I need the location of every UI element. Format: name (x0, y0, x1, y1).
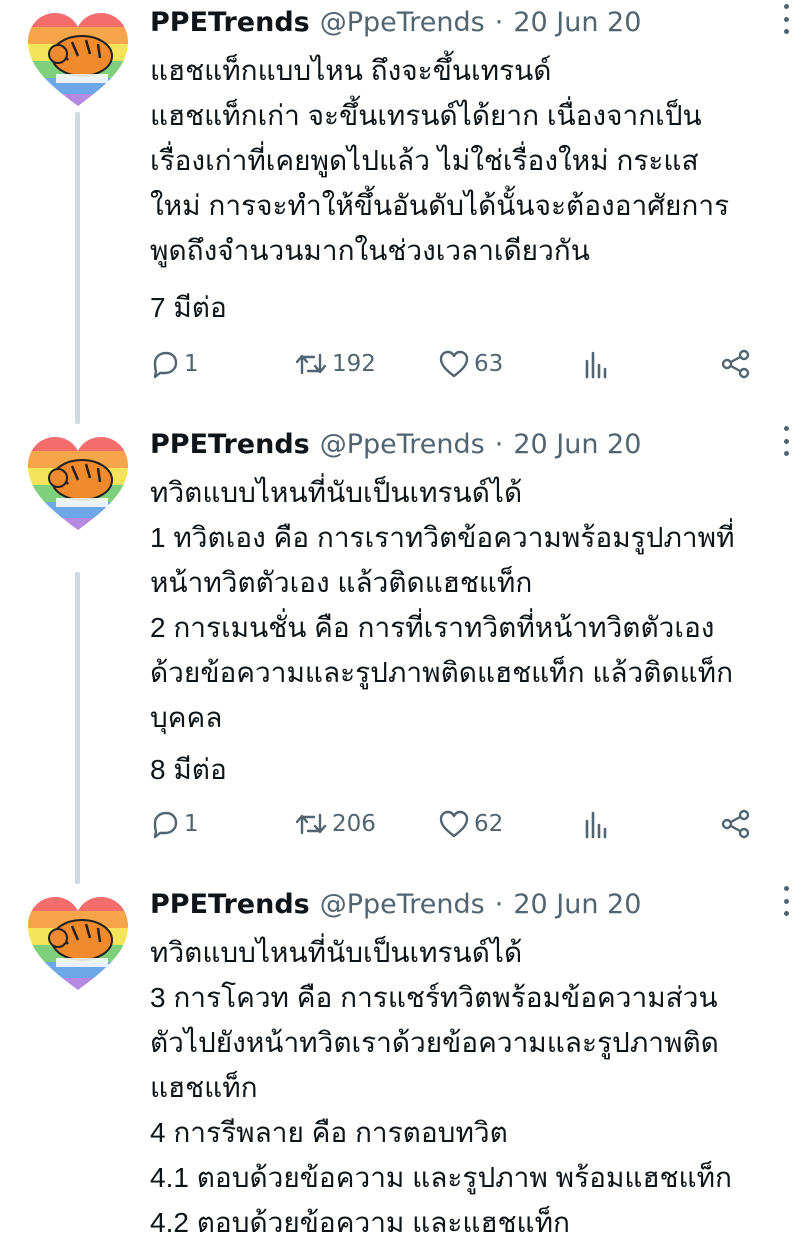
handle[interactable]: @PpeTrends (320, 7, 485, 38)
tweet-header: PPETrends @PpeTrends · 20 Jun 20 (150, 4, 783, 40)
like-count: 62 (474, 811, 504, 837)
tweet-text-line: 1 ทวิตเอง คือ การเราทวิตข้อความพร้อมรูปภ… (150, 522, 735, 553)
retweet-count: 192 (332, 351, 376, 377)
tweet-text-line: บุคคล (150, 702, 223, 733)
tweet-text-line: 4.1 ตอบด้วยข้อความ และรูปภาพ พร้อมแฮชแท็… (150, 1162, 732, 1193)
tweet-text-line: ด้วยข้อความและรูปภาพติดแฮชแท็ก แล้วติดแท… (150, 657, 734, 688)
retweet-icon (295, 813, 327, 835)
avatar[interactable] (24, 894, 132, 994)
analytics-icon (585, 811, 607, 839)
heart-icon (439, 350, 469, 378)
separator: · (494, 888, 504, 920)
retweet-count: 206 (332, 811, 376, 837)
share-button[interactable] (720, 804, 752, 844)
tweet-text-line: แฮชแท็กเก่า จะขึ้นเทรนด์ได้ยาก เนื่องจาก… (150, 100, 702, 131)
tweet-text-line: 3 การโควท คือ การแชร์ทวิตพร้อมข้อความส่ว… (150, 982, 718, 1013)
tweet-header: PPETrends @PpeTrends · 20 Jun 20 (150, 426, 783, 462)
share-button[interactable] (720, 344, 752, 384)
avatar[interactable] (24, 10, 132, 110)
tweet-header: PPETrends @PpeTrends · 20 Jun 20 (150, 886, 783, 922)
thread-more-link[interactable]: 7 มีต่อ (150, 288, 227, 328)
reply-count: 1 (184, 351, 199, 377)
separator: · (494, 6, 504, 38)
tweet[interactable]: PPETrends @PpeTrends · 20 Jun 20 ทวิตแบบ… (0, 422, 803, 882)
tweet-body: ทวิตแบบไหนที่นับเป็นเทรนด์ได้ 1 ทวิตเอง … (150, 470, 793, 740)
timestamp[interactable]: 20 Jun 20 (513, 889, 641, 920)
more-icon[interactable] (779, 426, 793, 456)
handle[interactable]: @PpeTrends (320, 429, 485, 460)
share-icon (721, 809, 750, 839)
tweet-text-line: หน้าทวิตตัวเอง แล้วติดแฮชแท็ก (150, 567, 533, 598)
separator: · (494, 428, 504, 460)
tweet-body: ทวิตแบบไหนที่นับเป็นเทรนด์ได้ 3 การโควท … (150, 930, 793, 1245)
avatar[interactable] (24, 434, 132, 534)
timestamp[interactable]: 20 Jun 20 (513, 429, 641, 460)
reply-icon (153, 811, 178, 839)
tweet-text-line: ใหม่ การจะทำให้ขึ้นอันดับได้นั้นจะต้องอา… (150, 190, 730, 221)
tweet-text-line: ตัวไปยังหน้าทวิตเราด้วยข้อความและรูปภาพต… (150, 1027, 719, 1058)
tweet-text-line: แฮชแท็ก (150, 1072, 258, 1103)
reply-button[interactable]: 1 (150, 804, 199, 844)
handle[interactable]: @PpeTrends (320, 889, 485, 920)
tweet-text-line: ทวิตแบบไหนที่นับเป็นเทรนด์ได้ (150, 937, 523, 968)
analytics-button[interactable] (582, 344, 612, 384)
tweet-text-line: 4.2 ตอบด้วยข้อความ และแฮชแท็ก (150, 1207, 570, 1238)
like-count: 63 (474, 351, 504, 377)
thread-more-link[interactable]: 8 มีต่อ (150, 750, 227, 790)
like-button[interactable]: 63 (438, 344, 503, 384)
display-name[interactable]: PPETrends (150, 429, 310, 460)
display-name[interactable]: PPETrends (150, 7, 310, 38)
tweet-text-line: เรื่องเก่าที่เคยพูดไปแล้ว ไม่ใช่เรื่องให… (150, 145, 699, 176)
tweet[interactable]: PPETrends @PpeTrends · 20 Jun 20 ทวิตแบบ… (0, 882, 803, 1238)
tweet-text-line: 2 การเมนชั่น คือ การที่เราทวิตที่หน้าทวิ… (150, 612, 715, 643)
tweet-text-line: แฮชแท็กแบบไหน ถึงจะขึ้นเทรนด์ (150, 55, 552, 86)
retweet-icon (295, 353, 327, 375)
reply-button[interactable]: 1 (150, 344, 199, 384)
tweet-text-line: 4 การรีพลาย คือ การตอบทวิต (150, 1117, 508, 1148)
retweet-button[interactable]: 206 (294, 804, 376, 844)
like-button[interactable]: 62 (438, 804, 503, 844)
share-icon (721, 349, 750, 379)
tweet-body: แฮชแท็กแบบไหน ถึงจะขึ้นเทรนด์ แฮชแท็กเก่… (150, 48, 793, 273)
tweet-text-line: ทวิตแบบไหนที่นับเป็นเทรนด์ได้ (150, 477, 523, 508)
more-icon[interactable] (779, 886, 793, 916)
reply-count: 1 (184, 811, 199, 837)
action-bar: 1 192 63 (150, 344, 783, 384)
tweet-text-line: พูดถึงจำนวนมากในช่วงเวลาเดียวกัน (150, 235, 590, 266)
action-bar: 1 206 62 (150, 804, 783, 844)
reply-icon (153, 351, 178, 379)
tweet[interactable]: PPETrends @PpeTrends · 20 Jun 20 แฮชแท็ก… (0, 0, 803, 420)
display-name[interactable]: PPETrends (150, 889, 310, 920)
timestamp[interactable]: 20 Jun 20 (513, 7, 641, 38)
heart-icon (439, 810, 469, 838)
analytics-button[interactable] (582, 804, 612, 844)
more-icon[interactable] (779, 4, 793, 34)
analytics-icon (585, 351, 607, 379)
retweet-button[interactable]: 192 (294, 344, 376, 384)
